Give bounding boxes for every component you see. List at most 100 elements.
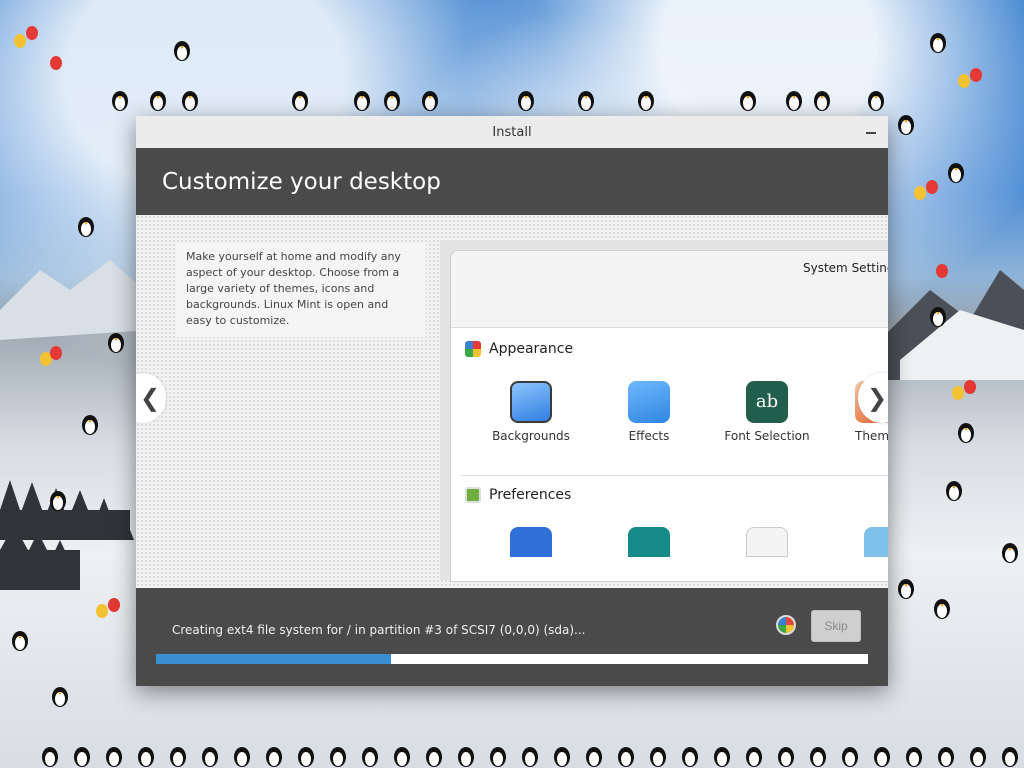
penguin-icon [426,747,442,767]
page-header: Customize your desktop [136,148,888,215]
penguin-icon [814,91,830,111]
accessibility-icon [510,527,552,557]
install-progress-bar [156,654,868,664]
window-title: Install [492,124,532,140]
penguin-icon [12,631,28,651]
progress-spinner-icon [776,615,796,635]
effects-item: Effects [594,381,704,443]
appearance-section-header: Appearance [465,341,573,357]
penguin-icon [170,747,186,767]
font-selection-label: Font Selection [724,429,810,443]
penguin-icon [1002,543,1018,563]
balloon-icon [96,604,108,618]
backgrounds-icon [510,381,552,423]
penguin-icon [874,747,890,767]
penguin-icon [842,747,858,767]
slide-description: Make yourself at home and modify any asp… [176,243,426,337]
penguin-icon [458,747,474,767]
themes-label: Themes [855,429,888,443]
install-footer: Creating ext4 file system for / in parti… [136,588,888,686]
penguin-icon [810,747,826,767]
penguin-icon [682,747,698,767]
preview-titlebar: System Settings [451,251,888,328]
preview-title: System Settings [803,261,888,275]
balloon-icon [926,180,938,194]
penguin-icon [266,747,282,767]
section-divider [461,475,888,476]
preferences-section-header: Preferences [465,487,571,503]
balloon-icon [108,598,120,612]
penguin-icon [906,747,922,767]
keyboard-icon [746,527,788,557]
penguin-icon [930,33,946,53]
penguin-icon [42,747,58,767]
balloon-icon [936,264,948,278]
penguin-icon [234,747,250,767]
install-progress-fill [156,654,391,664]
system-settings-preview: System Settings Appearance Backgrounds E… [450,250,888,582]
penguin-icon [740,91,756,111]
penguin-icon [108,333,124,353]
penguin-icon [934,599,950,619]
penguin-icon [298,747,314,767]
penguin-icon [938,747,954,767]
penguin-icon [586,747,602,767]
effects-icon [628,381,670,423]
penguin-icon [354,91,370,111]
appearance-icon [465,341,481,357]
penguin-icon [50,491,66,511]
window-titlebar[interactable]: Install [136,116,888,148]
effects-label: Effects [628,429,670,443]
font-selection-item: ab Font Selection [712,381,822,443]
balloon-icon [14,34,26,48]
penguin-icon [490,747,506,767]
penguin-icon [554,747,570,767]
preferences-label: Preferences [489,487,572,503]
penguin-icon [174,41,190,61]
penguin-icon [578,91,594,111]
penguin-icon [714,747,730,767]
penguin-icon [202,747,218,767]
penguin-icon [422,91,438,111]
penguin-icon [330,747,346,767]
balloon-icon [26,26,38,40]
chevron-right-icon: ❯ [866,384,888,412]
balloon-icon [50,56,62,70]
skip-button[interactable]: Skip [811,610,861,642]
settings-icon [864,527,888,557]
balloon-icon [970,68,982,82]
penguin-icon [74,747,90,767]
balloon-icon [914,186,926,200]
penguin-icon [898,115,914,135]
penguin-icon [150,91,166,111]
penguin-icon [112,91,128,111]
backgrounds-item: Backgrounds [476,381,586,443]
balloon-icon [952,386,964,400]
penguin-icon [948,163,964,183]
penguin-icon [394,747,410,767]
penguin-icon [1002,747,1018,767]
penguin-icon [384,91,400,111]
penguin-icon [898,579,914,599]
penguin-icon [292,91,308,111]
penguin-icon [618,747,634,767]
install-status-text: Creating ext4 file system for / in parti… [172,623,586,637]
penguin-icon [82,415,98,435]
penguin-icon [518,91,534,111]
balloon-icon [958,74,970,88]
balloon-icon [964,380,976,394]
penguin-icon [522,747,538,767]
penguin-icon [746,747,762,767]
penguin-icon [638,91,654,111]
slide-screenshot: System Settings Appearance Backgrounds E… [440,240,888,582]
penguin-icon [868,91,884,111]
penguin-icon [786,91,802,111]
previous-slide-button[interactable]: ❮ [136,373,166,423]
penguin-icon [930,307,946,327]
penguin-icon [138,747,154,767]
account-icon [628,527,670,557]
minimize-icon[interactable] [866,125,876,135]
penguin-icon [970,747,986,767]
penguin-row [40,736,1024,768]
preferences-icon [465,487,481,503]
